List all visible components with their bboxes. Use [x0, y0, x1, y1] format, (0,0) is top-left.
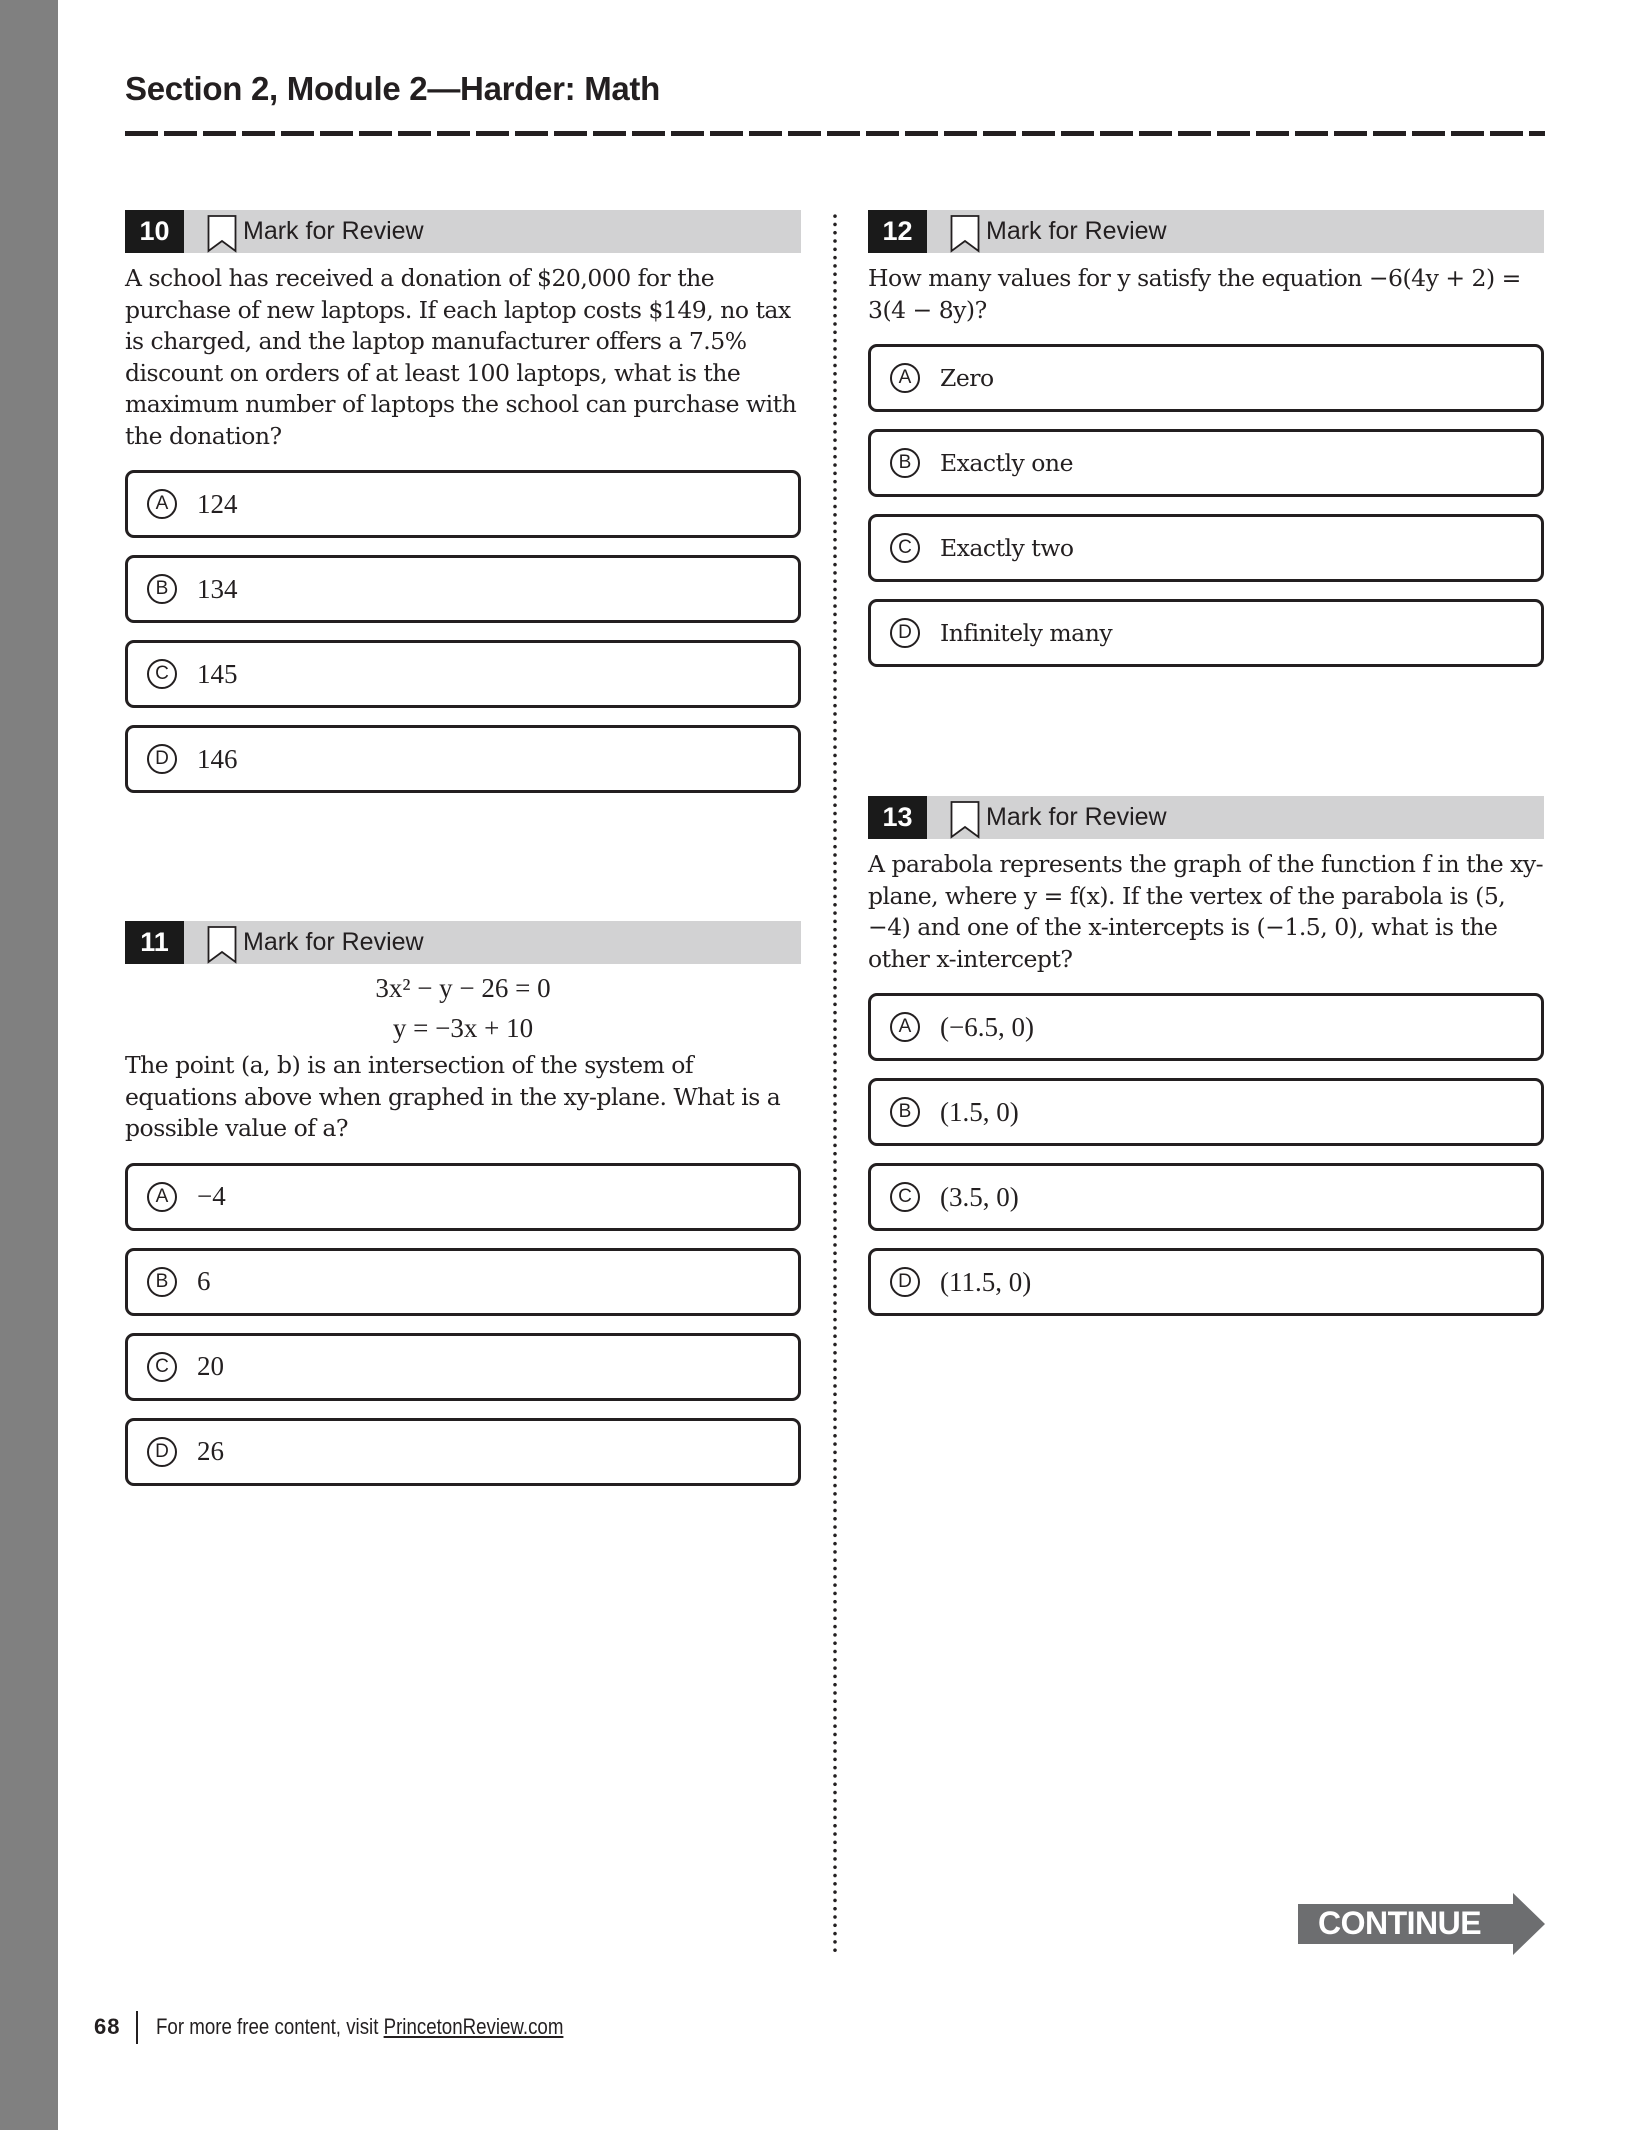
choice-letter-circle: D: [890, 1267, 920, 1297]
choice-letter-circle: B: [890, 1097, 920, 1127]
choice-letter-circle: B: [890, 448, 920, 478]
bookmark-icon[interactable]: [207, 924, 237, 964]
answer-choices: A 124 B 134 C 145 D 146: [125, 470, 801, 793]
choice-letter-circle: B: [147, 574, 177, 604]
footer-separator: [136, 2010, 139, 2044]
question-text: A school has received a donation of $20,…: [125, 264, 797, 450]
question-number: 11: [125, 921, 184, 964]
question-header: 10 Mark for Review: [125, 210, 801, 253]
choice-letter-circle: D: [147, 1436, 177, 1467]
answer-choice-a[interactable]: A (−6.5, 0): [868, 993, 1544, 1061]
column-divider: [833, 212, 837, 1952]
answer-choice-a[interactable]: A Zero: [868, 344, 1544, 412]
choice-text: (11.5, 0): [940, 1266, 1032, 1297]
choice-letter-circle: C: [147, 659, 177, 689]
choice-text: Exactly one: [940, 449, 1073, 477]
question-13: 13 Mark for Review A parabola represents…: [868, 796, 1544, 1333]
footer-text: For more free content, visit PrincetonRe…: [156, 2014, 563, 2040]
choice-text: 20: [197, 1351, 224, 1381]
choice-text: 134: [197, 573, 238, 604]
equation-2: y = −3x + 10: [392, 1013, 534, 1043]
page-number: 68: [94, 2014, 121, 2039]
choice-letter-circle: A: [890, 1012, 920, 1042]
choice-letter-circle: C: [890, 1182, 920, 1212]
answer-choice-b[interactable]: B6: [125, 1247, 801, 1316]
question-text: A parabola represents the graph of the f…: [868, 850, 1544, 973]
answer-choice-d[interactable]: D 26: [125, 1417, 801, 1486]
choice-letter-circle: A: [147, 489, 177, 519]
mark-for-review-label[interactable]: Mark for Review: [986, 803, 1167, 832]
page-edge-bar: [0, 0, 58, 2130]
choice-letter-circle: A: [147, 1181, 177, 1212]
bookmark-icon[interactable]: [207, 213, 237, 253]
question-text: How many values for y satisfy the equati…: [868, 264, 1521, 324]
choice-letter-circle: C: [890, 533, 920, 563]
answer-choice-c[interactable]: C 20: [125, 1332, 801, 1401]
question-text: The point (a, b) is an intersection of t…: [125, 1051, 781, 1142]
answer-choice-a[interactable]: A −4: [125, 1162, 801, 1231]
question-header: 12 Mark for Review: [868, 210, 1544, 253]
answer-choice-c[interactable]: C Exactly two: [868, 514, 1544, 582]
question-11: 11 Mark for Review 3x² − y − 26 = 0 y = …: [125, 921, 801, 1503]
answer-choice-a[interactable]: A 124: [125, 470, 801, 538]
bookmark-icon[interactable]: [950, 799, 980, 839]
choice-letter-circle: B: [147, 1266, 177, 1297]
choice-letter-circle: A: [890, 363, 920, 393]
choice-text: 26: [197, 1436, 224, 1466]
bookmark-icon[interactable]: [950, 213, 980, 253]
footer-prefix: For more free content, visit: [156, 2014, 385, 2039]
question-10: 10 Mark for Review A school has received…: [125, 210, 801, 810]
equation-1: 3x² − y − 26 = 0: [375, 973, 551, 1003]
mark-for-review-label[interactable]: Mark for Review: [243, 217, 424, 246]
answer-choice-b[interactable]: B (1.5, 0): [868, 1078, 1544, 1146]
princeton-review-link[interactable]: PrincetonReview.com: [384, 2014, 564, 2039]
answer-choice-d[interactable]: D (11.5, 0): [868, 1248, 1544, 1316]
continue-button[interactable]: CONTINUE: [1298, 1893, 1546, 1955]
choice-text: 124: [197, 488, 238, 519]
question-header: 13 Mark for Review: [868, 796, 1544, 839]
answer-choices: A Zero B Exactly one C Exactly two D Infinit…: [868, 344, 1544, 667]
equation-system: 3x² − y − 26 = 0 y = −3x + 10: [125, 968, 801, 1048]
choice-text: Infinitely many: [940, 619, 1113, 647]
title-dashed-rule: [125, 131, 1545, 136]
choice-text: (3.5, 0): [940, 1181, 1019, 1212]
answer-choices: A (−6.5, 0) B (1.5, 0) C (3.5, 0) D (11.5, 0…: [868, 993, 1544, 1316]
question-number: 10: [125, 210, 184, 253]
question-number: 12: [868, 210, 927, 253]
choice-text: (1.5, 0): [940, 1096, 1019, 1127]
question-number: 13: [868, 796, 927, 839]
choice-text: (−6.5, 0): [940, 1011, 1034, 1042]
answer-choice-d[interactable]: D 146: [125, 725, 801, 793]
page-footer: 68 For more free content, visit Princeto…: [94, 2010, 636, 2044]
choice-letter-circle: D: [147, 744, 177, 774]
question-header: 11 Mark for Review: [125, 921, 801, 964]
answer-choice-c[interactable]: C 145: [125, 640, 801, 708]
answer-choice-b[interactable]: B Exactly one: [868, 429, 1544, 497]
answer-choice-b[interactable]: B 134: [125, 555, 801, 623]
question-12: 12 Mark for Review How many values for y…: [868, 210, 1544, 684]
mark-for-review-label[interactable]: Mark for Review: [986, 217, 1167, 246]
answer-choice-d[interactable]: D Infinitely many: [868, 599, 1544, 667]
choice-letter-circle: C: [147, 1351, 177, 1382]
choice-text: Zero: [940, 364, 994, 392]
choice-text: 6: [197, 1266, 211, 1296]
answer-choice-c[interactable]: C (3.5, 0): [868, 1163, 1544, 1231]
choice-text: −4: [197, 1181, 226, 1211]
section-title: Section 2, Module 2—Harder: Math: [125, 70, 660, 107]
choice-letter-circle: D: [890, 618, 920, 648]
continue-label: CONTINUE: [1318, 1905, 1482, 1941]
choice-text: Exactly two: [940, 534, 1074, 562]
answer-choices: A −4 B6 C 20 D 26: [125, 1162, 801, 1486]
mark-for-review-label[interactable]: Mark for Review: [243, 928, 424, 957]
choice-text: 145: [197, 658, 238, 689]
choice-text: 146: [197, 743, 238, 774]
